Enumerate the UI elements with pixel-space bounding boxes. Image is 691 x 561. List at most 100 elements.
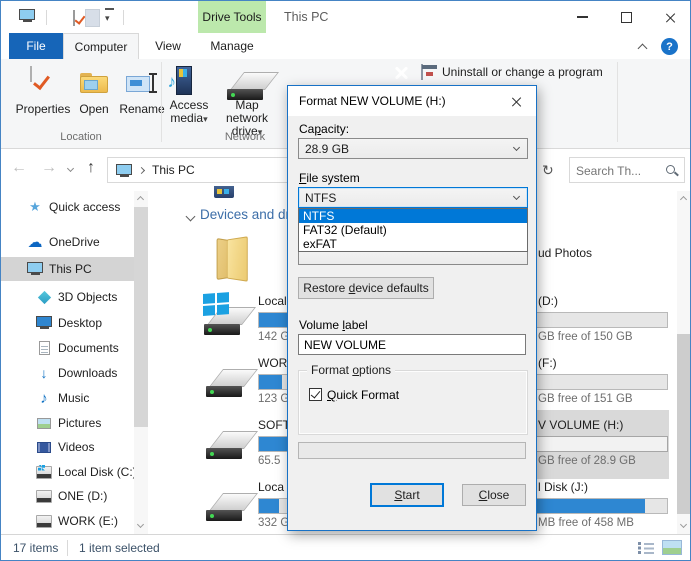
up-icon[interactable]: ↑: [87, 160, 95, 176]
drive-tools-contextual-tab[interactable]: Drive Tools: [198, 1, 266, 33]
format-options-legend: Format options: [307, 363, 395, 377]
format-dialog: Format NEW VOLUME (H:) Capacity: 28.9 GB…: [287, 85, 537, 531]
sidebar-scrollbar[interactable]: [134, 191, 148, 534]
ribbon-divider-2: [617, 62, 618, 142]
content-scrollbar[interactable]: [677, 191, 691, 534]
recent-locations-caret-icon[interactable]: [67, 165, 74, 172]
sidebar-item-3d-objects[interactable]: 3D Objects: [1, 285, 134, 309]
format-progress-bar: [298, 442, 526, 459]
sidebar-item-documents[interactable]: Documents: [1, 336, 134, 360]
volume-label-input[interactable]: [298, 334, 526, 355]
sidebar-item-pictures[interactable]: Pictures: [1, 411, 134, 435]
clipped-tile-icon: [214, 186, 234, 198]
location-group-label: Location: [41, 131, 121, 143]
dropdown-option-ntfs[interactable]: NTFS: [299, 209, 527, 223]
properties-button[interactable]: Properties: [11, 62, 75, 142]
file-system-dropdown-list: NTFS FAT32 (Default) exFAT: [298, 208, 528, 252]
map-network-drive-button[interactable]: Map network drive: [214, 62, 280, 142]
sidebar-scrollbar-thumb[interactable]: [134, 207, 148, 427]
tab-computer[interactable]: Computer: [63, 33, 139, 59]
large-icons-view-icon[interactable]: [662, 540, 682, 555]
scroll-up-icon[interactable]: [137, 196, 144, 203]
volume-label-label: Volume label: [299, 318, 368, 332]
sidebar-item-quick-access[interactable]: Quick access: [1, 195, 134, 219]
dialog-close-icon: [511, 96, 522, 107]
open-button[interactable]: Open: [73, 62, 115, 142]
explorer-window: Drive Tools This PC File Computer View M…: [0, 0, 691, 561]
sidebar-item-videos[interactable]: Videos: [1, 435, 134, 459]
status-bar: 17 items 1 item selected: [1, 534, 690, 561]
scroll-up-icon[interactable]: [680, 196, 687, 203]
file-system-combobox[interactable]: NTFS: [298, 187, 528, 208]
combo-caret-icon: [513, 193, 520, 200]
uninstall-program-button[interactable]: Uninstall or change a program: [421, 64, 621, 82]
this-pc-icon: [27, 261, 43, 277]
scroll-down-icon[interactable]: [137, 521, 144, 528]
dialog-close-button[interactable]: [502, 91, 530, 111]
dialog-titlebar: Format NEW VOLUME (H:): [288, 86, 536, 116]
titlebar: Drive Tools This PC: [1, 1, 690, 33]
close-icon: [665, 12, 676, 23]
restore-defaults-button[interactable]: Restore device defaults: [298, 277, 434, 299]
sidebar-item-one-d[interactable]: ONE (D:): [1, 484, 134, 508]
tab-file[interactable]: File: [9, 33, 63, 59]
qat-separator: [46, 10, 47, 25]
maximize-button[interactable]: [607, 2, 645, 32]
access-media-button[interactable]: ♪ Access media: [164, 62, 214, 142]
network-group-label: Network: [215, 131, 275, 143]
videos-icon: [36, 439, 52, 455]
downloads-icon: [36, 365, 52, 381]
app-icon: [19, 9, 35, 23]
navigation-pane: Quick access OneDrive This PC 3D Objects…: [1, 191, 149, 534]
quick-format-label: Quick Format: [327, 388, 399, 402]
onedrive-icon: [27, 234, 43, 250]
file-system-label: File system: [299, 171, 360, 185]
drive-c-icon: [36, 464, 52, 480]
sidebar-item-this-pc[interactable]: This PC: [1, 257, 134, 281]
capacity-combobox[interactable]: 28.9 GB: [298, 138, 528, 159]
dialog-title: Format NEW VOLUME (H:): [299, 94, 446, 108]
minimize-button[interactable]: [563, 2, 601, 32]
drive-e-icon: [36, 513, 52, 529]
minimize-icon: [577, 16, 588, 18]
breadcrumb-chevron-icon[interactable]: [138, 167, 145, 174]
dropdown-option-fat32[interactable]: FAT32 (Default): [299, 223, 527, 237]
content-scrollbar-thumb[interactable]: [677, 334, 691, 514]
start-button[interactable]: Start: [370, 483, 444, 507]
group-collapse-icon[interactable]: [186, 212, 196, 222]
tab-view[interactable]: View: [143, 33, 193, 59]
help-icon[interactable]: ?: [661, 38, 678, 55]
this-pc-icon: [116, 164, 132, 178]
close-dialog-button[interactable]: Close: [462, 484, 526, 506]
close-button[interactable]: [651, 2, 689, 32]
capacity-label: Capacity:: [299, 122, 349, 136]
qat-new-folder-icon[interactable]: [85, 9, 100, 27]
forward-icon[interactable]: →: [41, 160, 57, 176]
sidebar-item-desktop[interactable]: Desktop: [1, 311, 134, 335]
sidebar-item-music[interactable]: Music: [1, 386, 134, 410]
tab-manage[interactable]: Manage: [201, 33, 263, 59]
quick-format-checkbox[interactable]: [309, 388, 322, 401]
qat-customize-caret-icon[interactable]: [105, 8, 114, 24]
drive-d-icon: [36, 488, 52, 504]
selection-count: 1 item selected: [79, 541, 160, 555]
scroll-down-icon[interactable]: [680, 521, 687, 528]
maximize-icon: [621, 12, 632, 23]
properties-icon: [30, 66, 32, 82]
pictures-icon: [36, 415, 52, 431]
items-count: 17 items: [13, 541, 58, 555]
back-icon[interactable]: ←: [11, 160, 27, 176]
uninstall-icon: [421, 64, 423, 80]
sidebar-item-onedrive[interactable]: OneDrive: [1, 230, 134, 254]
qat-properties-icon[interactable]: [73, 10, 75, 26]
sidebar-item-downloads[interactable]: Downloads: [1, 361, 134, 385]
dropdown-option-exfat[interactable]: exFAT: [299, 237, 527, 251]
sidebar-item-local-disk-c[interactable]: Local Disk (C:): [1, 460, 134, 484]
desktop-icon: [36, 315, 52, 331]
format-options-group: Format options Quick Format: [298, 370, 528, 435]
sidebar-item-work-e[interactable]: WORK (E:): [1, 509, 134, 533]
3d-objects-icon: [36, 289, 52, 305]
collapse-ribbon-icon[interactable]: [638, 44, 648, 54]
combo-caret-icon: [513, 144, 520, 151]
qat-separator-2: [123, 10, 124, 25]
